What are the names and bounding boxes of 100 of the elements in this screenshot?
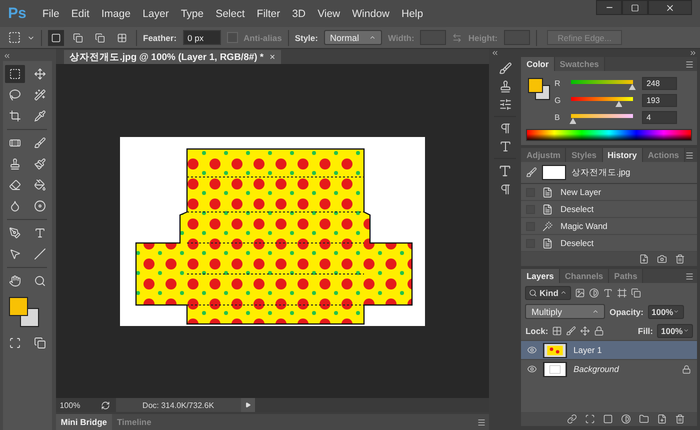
paragraph-icon (498, 183, 512, 196)
caret-icon (673, 308, 680, 315)
pointer-icon (9, 248, 22, 260)
menu-item[interactable]: Help (396, 6, 430, 22)
channel-value-field[interactable]: 4 (642, 110, 678, 124)
fill-label: Fill: (638, 326, 653, 336)
panel-menu-icon (477, 418, 486, 426)
layer-name: Layer 1 (573, 345, 602, 355)
lock-icon (594, 326, 604, 336)
tab-close-button[interactable]: × (270, 52, 276, 62)
tool-button[interactable] (5, 65, 26, 83)
panel-tab[interactable]: Color (521, 57, 555, 71)
channel-label: R (554, 78, 562, 88)
zoom-icon (34, 275, 46, 287)
layer-row[interactable]: Background (521, 359, 697, 378)
menu-item[interactable]: Filter (250, 6, 286, 22)
zoom-level: 100% (58, 400, 82, 412)
menu-item[interactable]: Layer (136, 6, 175, 22)
close-icon (665, 2, 675, 12)
hand-icon (9, 275, 22, 287)
collapse-icon (3, 52, 11, 60)
panel-menu-icon (685, 60, 694, 68)
channel-label: B (554, 112, 561, 122)
history-state[interactable]: Magic Wand (560, 221, 608, 231)
trash-icon (675, 414, 685, 424)
menu-item[interactable]: View (312, 6, 346, 22)
snapshot-name[interactable]: 상자전개도.jpg (571, 166, 630, 178)
document-info: Doc: 314.0K/732.6K (116, 398, 241, 412)
background-color-swatch[interactable] (535, 85, 550, 100)
subtract-selection-icon (95, 32, 105, 42)
feather-field[interactable]: 0 px (182, 30, 221, 45)
document-tab[interactable]: 상자전개도.jpg @ 100% (Layer 1, RGB/8#) * × (64, 50, 282, 64)
magic-wand-icon (542, 220, 554, 232)
brush-icon (34, 137, 46, 149)
filter-kind-select[interactable]: Kind (525, 286, 572, 300)
foreground-color-swatch[interactable] (528, 78, 544, 93)
maximize-button[interactable] (622, 0, 648, 15)
document-icon (542, 204, 554, 214)
pen-icon (9, 227, 22, 239)
width-field[interactable] (420, 30, 446, 45)
lock-pixels-icon (552, 326, 562, 336)
opacity-field[interactable]: 100% (648, 304, 684, 318)
layer-thumbnail (543, 342, 568, 358)
menu-item[interactable]: Type (174, 6, 210, 22)
history-state[interactable]: Deselect (560, 204, 594, 214)
menu-item[interactable]: Window (346, 6, 396, 22)
opacity-label: Opacity: (609, 306, 644, 316)
channel-value-field[interactable]: 248 (642, 76, 678, 90)
stamp-icon (9, 158, 22, 170)
channel-label: G (554, 96, 562, 104)
layer-row[interactable]: Layer 1 (521, 340, 697, 359)
height-field[interactable] (504, 30, 530, 45)
droplet-icon (9, 200, 22, 212)
search-icon (529, 288, 538, 296)
color-spectrum[interactable] (526, 129, 692, 141)
type-icon (34, 227, 46, 239)
panel-menu-icon (685, 150, 694, 160)
eraser-icon (9, 179, 22, 191)
add-selection-icon (73, 32, 83, 42)
menu-item[interactable]: File (36, 6, 66, 22)
intersect-selection-icon (117, 32, 127, 42)
fill-field[interactable]: 100% (657, 324, 693, 338)
slider-thumb[interactable] (569, 118, 576, 124)
menu-item[interactable]: 3D (286, 6, 312, 22)
close-button[interactable] (648, 0, 692, 15)
image-filter-icon (575, 288, 586, 298)
dashed-square-icon (9, 68, 22, 80)
swap-icon (452, 32, 462, 42)
blend-mode-select[interactable]: Multiply (525, 304, 606, 319)
snapshot-thumbnail (542, 165, 566, 180)
paintbrush-icon (34, 158, 46, 170)
slider-thumb[interactable] (628, 84, 636, 90)
stepper-icon (368, 34, 376, 41)
menu-item[interactable]: Edit (65, 6, 96, 22)
lock-paint-icon (566, 326, 576, 336)
document-icon (542, 238, 554, 248)
menu-item[interactable]: Select (210, 6, 251, 22)
camera-icon (657, 254, 667, 264)
square-icon (51, 32, 61, 42)
history-state[interactable]: New Layer (560, 187, 602, 197)
character-styles-icon (498, 140, 512, 153)
lock-position-icon (580, 326, 590, 336)
style-label: Style: (294, 32, 318, 42)
history-state[interactable]: Deselect (560, 238, 594, 248)
style-select[interactable]: Normal (324, 30, 382, 45)
slider-thumb[interactable] (615, 101, 622, 107)
stamp-icon (498, 80, 512, 93)
foreground-color-swatch[interactable] (9, 297, 28, 316)
panel-tab[interactable]: History (602, 148, 643, 162)
panel-tab[interactable]: Mini Bridge (56, 414, 112, 430)
adjustment-filter-icon (589, 288, 600, 298)
panel-tab[interactable]: Layers (521, 269, 560, 283)
menu-item[interactable]: Image (95, 6, 137, 22)
type-filter-icon (603, 288, 614, 298)
selection-mode-button[interactable] (48, 30, 64, 46)
refresh-icon (101, 400, 110, 410)
collapse-icon (491, 49, 500, 57)
expand-icon (689, 49, 697, 57)
channel-value-field[interactable]: 193 (642, 94, 678, 106)
smart-object-filter-icon (631, 288, 642, 298)
